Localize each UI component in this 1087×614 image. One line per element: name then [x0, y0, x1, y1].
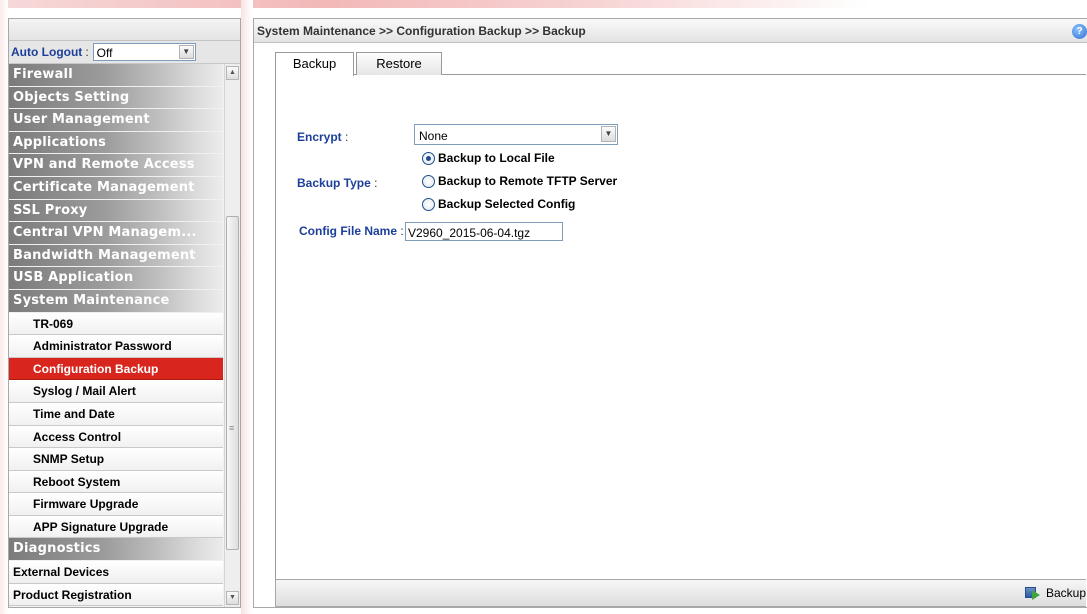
sidebar-item-firmware-upgrade[interactable]: Firmware Upgrade — [9, 493, 223, 516]
sidebar-item-app-signature-upgrade[interactable]: APP Signature Upgrade — [9, 515, 223, 539]
radio-backup-tftp-label: Backup to Remote TFTP Server — [438, 174, 618, 188]
config-file-name-colon: : — [400, 224, 404, 238]
sidebar-header — [9, 19, 240, 41]
sidebar-item-reboot-system[interactable]: Reboot System — [9, 470, 223, 494]
sidebar-category-usb-application[interactable]: USB Application — [9, 267, 223, 290]
sidebar-item-configuration-backup[interactable]: Configuration Backup — [9, 357, 223, 381]
config-file-name-input[interactable] — [405, 222, 563, 241]
sidebar-category-firewall[interactable]: Firewall — [9, 64, 223, 87]
backup-button[interactable]: Backup — [1024, 586, 1086, 600]
sidebar-category-certificate-management[interactable]: Certificate Management — [9, 176, 223, 200]
sidebar-category-system-maintenance[interactable]: System Maintenance — [9, 289, 223, 313]
sidebar-category-ssl-proxy[interactable]: SSL Proxy — [9, 199, 223, 223]
backup-button-label: Backup — [1045, 586, 1086, 600]
menu-scroll-area: Firewall Objects Setting User Management Ap… — [9, 64, 240, 607]
sidebar: Auto Logout : Off ▼ Firewall Objects Sett… — [8, 18, 241, 608]
left-edge-shadow — [0, 0, 8, 614]
main-header: System Maintenance >> Configuration Back… — [254, 19, 1087, 43]
scroll-up-arrow-icon[interactable]: ▲ — [226, 66, 239, 80]
menu-scrollbar[interactable]: ▲ ≡ ▼ — [224, 64, 240, 607]
encrypt-label-text: Encrypt — [297, 130, 342, 144]
sidebar-gap-shadow — [241, 0, 253, 614]
sidebar-category-bandwidth-management[interactable]: Bandwidth Management — [9, 244, 223, 268]
sidebar-category-objects-setting[interactable]: Objects Setting — [9, 86, 223, 110]
scroll-down-arrow-icon[interactable]: ▼ — [226, 591, 239, 605]
encrypt-colon: : — [345, 130, 349, 144]
grip-icon: ≡ — [229, 423, 235, 433]
scroll-thumb[interactable] — [226, 216, 239, 550]
sidebar-category-central-vpn-managem[interactable]: Central VPN Managem... — [9, 222, 223, 245]
radio-checked-icon[interactable] — [422, 151, 435, 165]
radio-backup-selected[interactable]: Backup Selected Config — [422, 197, 575, 211]
auto-logout-label: Auto Logout — [11, 45, 83, 59]
radio-backup-local[interactable]: Backup to Local File — [422, 151, 555, 165]
sidebar-category-applications[interactable]: Applications — [9, 131, 223, 155]
menu-list: Firewall Objects Setting User Management Ap… — [9, 64, 223, 607]
chevron-down-icon[interactable]: ▼ — [178, 45, 194, 59]
sidebar-category-vpn-and-remote-access[interactable]: VPN and Remote Access — [9, 154, 223, 177]
tab-restore[interactable]: Restore — [356, 52, 442, 75]
breadcrumb: System Maintenance >> Configuration Back… — [257, 24, 586, 38]
sidebar-item-snmp-setup[interactable]: SNMP Setup — [9, 448, 223, 471]
backup-type-label: Backup Type : — [297, 176, 378, 190]
bottom-action-bar: Backup — [275, 579, 1086, 607]
radio-unchecked-icon[interactable] — [422, 174, 435, 188]
encrypt-value: None — [419, 129, 448, 143]
radio-unchecked-icon[interactable] — [422, 197, 435, 211]
backup-type-label-text: Backup Type — [297, 176, 371, 190]
chevron-down-icon[interactable]: ▼ — [601, 126, 616, 142]
auto-logout-select[interactable]: Off ▼ — [92, 43, 196, 61]
encrypt-label: Encrypt : — [297, 130, 348, 144]
backup-form: Encrypt : None ▼ Backup to Local File Ba… — [275, 75, 1086, 579]
backup-icon — [1024, 586, 1041, 600]
sidebar-item-external-devices[interactable]: External Devices — [9, 561, 223, 584]
sidebar-category-user-management[interactable]: User Management — [9, 109, 223, 132]
config-file-name-label-text: Config File Name — [299, 224, 398, 238]
backup-type-colon: : — [374, 176, 378, 190]
sidebar-item-syslog-mail-alert[interactable]: Syslog / Mail Alert — [9, 380, 223, 403]
sidebar-item-product-registration[interactable]: Product Registration — [9, 583, 223, 607]
main-panel: System Maintenance >> Configuration Back… — [253, 18, 1087, 608]
tab-bar: Backup Restore — [275, 52, 1086, 76]
config-file-name-label: Config File Name : — [299, 224, 404, 238]
encrypt-select[interactable]: None ▼ — [414, 124, 618, 145]
radio-backup-selected-label: Backup Selected Config — [438, 197, 576, 211]
sidebar-item-access-control[interactable]: Access Control — [9, 425, 223, 449]
auto-logout-row: Auto Logout : Off ▼ — [9, 41, 240, 64]
sidebar-category-diagnostics[interactable]: Diagnostics — [9, 538, 223, 562]
radio-backup-tftp[interactable]: Backup to Remote TFTP Server — [422, 174, 617, 188]
auto-logout-value: Off — [96, 46, 113, 60]
sidebar-item-tr-069[interactable]: TR-069 — [9, 312, 223, 336]
tab-backup[interactable]: Backup — [275, 52, 354, 76]
sidebar-item-administrator-password[interactable]: Administrator Password — [9, 335, 223, 358]
auto-logout-colon: : — [85, 45, 89, 59]
radio-backup-local-label: Backup to Local File — [438, 151, 555, 165]
help-icon[interactable]: ? — [1072, 24, 1087, 39]
top-accent-strip — [0, 0, 1087, 8]
sidebar-item-time-and-date[interactable]: Time and Date — [9, 402, 223, 426]
